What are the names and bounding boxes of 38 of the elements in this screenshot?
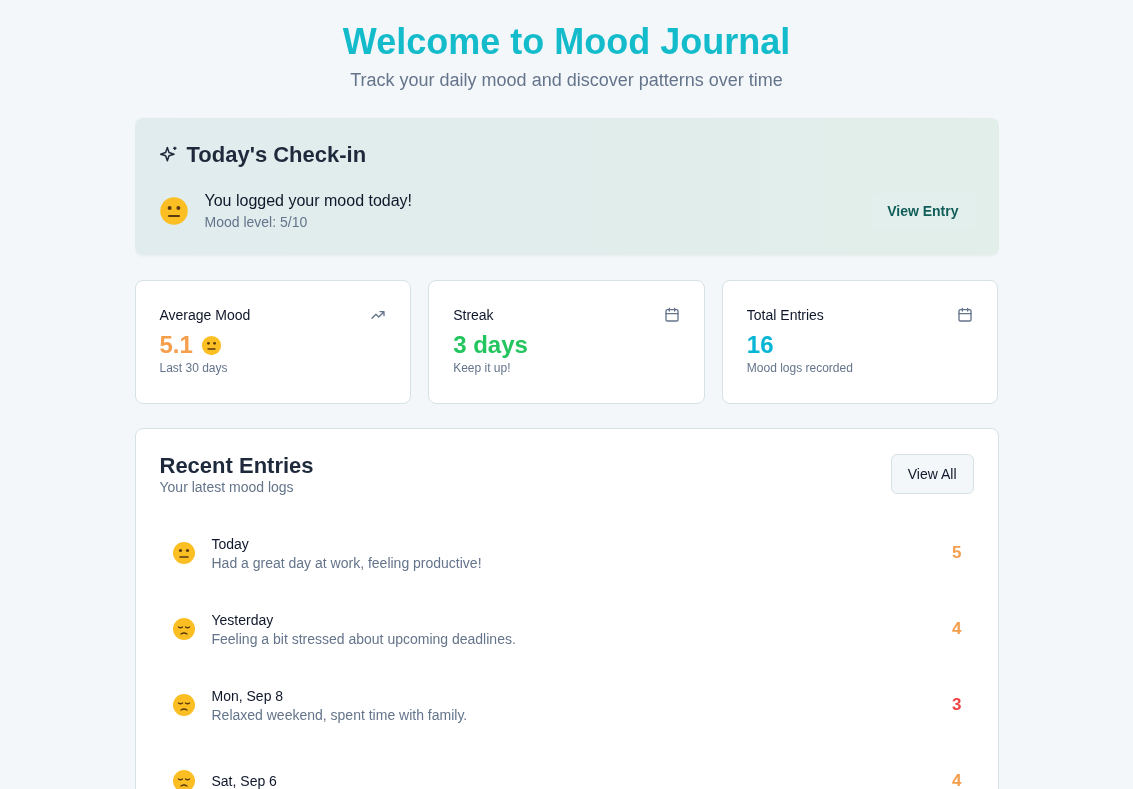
recent-entries-subtitle: Your latest mood logs: [159, 479, 295, 495]
mood-score: 4: [952, 771, 962, 789]
neutral-face-icon: [171, 541, 196, 565]
entry-note: Had a great day at work, feeling productive!: [211, 554, 483, 571]
mood-score: 4: [952, 619, 962, 639]
entry-note: Feeling a bit stressed about upcoming deadlines.: [211, 630, 517, 647]
neutral-face-icon: [200, 334, 222, 356]
neutral-face-icon: [158, 196, 189, 226]
calendar-icon: [957, 307, 974, 323]
stat-caption: Last 30 days: [159, 361, 229, 375]
stat-value: 16: [746, 331, 774, 359]
stat-value: 3 days: [453, 331, 528, 359]
entry-date: Yesterday: [211, 611, 275, 628]
mood-score: 5: [952, 543, 962, 563]
mood-level-text: Mood level: 5/10: [204, 214, 309, 230]
view-entry-button[interactable]: View Entry: [871, 193, 975, 229]
checkin-title: Today's Check-in: [186, 142, 367, 168]
sad-face-icon: [171, 617, 196, 641]
stat-label: Streak: [453, 307, 494, 323]
sparkles-icon: [158, 145, 179, 165]
entry-date: Sat, Sep 6: [211, 773, 278, 789]
view-all-button[interactable]: View All: [890, 454, 974, 494]
calendar-icon: [663, 307, 680, 323]
stat-caption: Mood logs recorded: [746, 361, 854, 375]
stat-value: 5.1: [159, 331, 193, 359]
mood-score: 3: [952, 695, 962, 715]
page-title: Welcome to Mood Journal: [341, 22, 792, 62]
page-subtitle: Track your daily mood and discover patterns over time: [349, 70, 784, 91]
checkin-message: You logged your mood today!: [204, 192, 414, 210]
stat-label: Total Entries: [746, 307, 824, 323]
recent-entries-title: Recent Entries: [159, 453, 314, 479]
entry-note: Relaxed weekend, spent time with family.: [211, 706, 469, 723]
entry-date: Mon, Sep 8: [211, 687, 285, 704]
entry-date: Today: [211, 535, 250, 552]
sad-face-icon: [171, 769, 196, 789]
sad-face-icon: [171, 693, 196, 717]
stat-caption: Keep it up!: [453, 361, 512, 375]
stat-label: Average Mood: [159, 307, 251, 323]
